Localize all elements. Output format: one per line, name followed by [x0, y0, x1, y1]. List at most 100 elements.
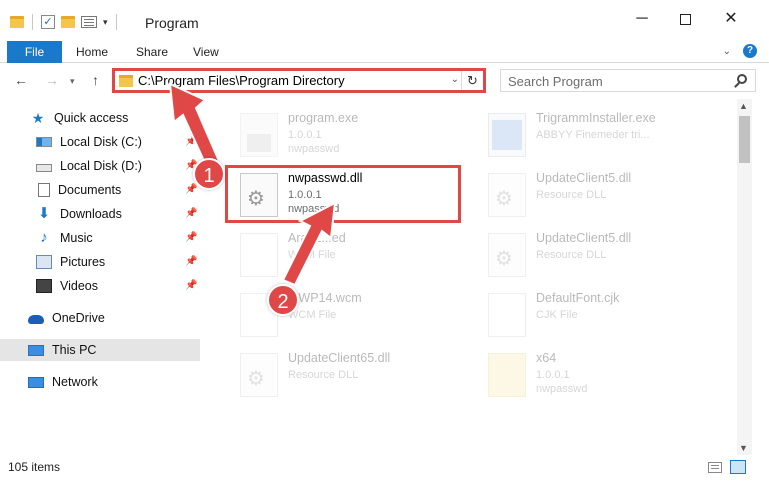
- file-description: nwpasswd: [536, 383, 588, 395]
- item-count: 105 items: [8, 460, 61, 474]
- tab-file[interactable]: File: [7, 41, 62, 63]
- properties-check-icon[interactable]: ✓: [41, 15, 55, 29]
- folder-zip-icon: [488, 353, 526, 397]
- back-arrow-icon[interactable]: ←: [14, 72, 28, 88]
- file-item[interactable]: DefaultFont.cjk CJK File: [468, 285, 713, 345]
- file-name: ...WP14.wcm: [288, 291, 362, 305]
- music-icon: ♪: [40, 229, 48, 246]
- file-name: UpdateClient65.dll: [288, 351, 391, 365]
- sidebar-item-label: Downloads: [60, 207, 122, 221]
- sidebar-item-label: Music: [60, 231, 93, 245]
- close-button[interactable]: ✕: [716, 10, 746, 30]
- pin-icon[interactable]: 📌: [185, 232, 197, 243]
- file-icon: [240, 233, 278, 277]
- status-bar: 105 items: [0, 455, 769, 480]
- divider: [32, 14, 33, 30]
- sidebar-item-label: OneDrive: [52, 311, 105, 325]
- tab-home[interactable]: Home: [76, 41, 108, 63]
- file-description: Resource DLL: [536, 249, 607, 261]
- file-item[interactable]: AradL...ed WEM File: [220, 225, 465, 285]
- vertical-scrollbar[interactable]: ▲ ▼: [737, 99, 752, 455]
- sidebar-item-pictures[interactable]: Pictures 📌: [0, 251, 200, 273]
- file-name: UpdateClient5.dll: [536, 231, 632, 245]
- file-item[interactable]: UpdateClient65.dll Resource DLL: [220, 345, 465, 405]
- pin-icon[interactable]: 📌: [185, 208, 197, 219]
- file-description: CJK File: [536, 309, 578, 321]
- sidebar-item-local-disk-c[interactable]: Local Disk (C:) 📌: [0, 131, 200, 153]
- file-item[interactable]: ...WP14.wcm WCM File: [220, 285, 465, 345]
- star-icon: ★: [31, 110, 45, 126]
- maximize-button[interactable]: [670, 10, 700, 30]
- sidebar-item-onedrive[interactable]: OneDrive: [0, 307, 200, 329]
- file-item[interactable]: UpdateClient5.dll Resource DLL: [468, 225, 713, 285]
- sidebar-item-local-disk-d[interactable]: Local Disk (D:) 📌: [0, 155, 200, 177]
- sidebar-item-documents[interactable]: Documents 📌: [0, 179, 200, 201]
- file-version: 1.0.0.1: [288, 129, 322, 141]
- pin-icon[interactable]: 📌: [185, 280, 197, 291]
- sidebar-item-label: Local Disk (C:): [60, 135, 142, 149]
- search-placeholder: Search Program: [508, 74, 603, 89]
- up-arrow-icon[interactable]: ↑: [92, 72, 99, 88]
- properties-icon[interactable]: [81, 16, 97, 28]
- file-name: AradL...ed: [288, 231, 346, 245]
- sidebar-item-downloads[interactable]: ⬇ Downloads 📌: [0, 203, 200, 225]
- scroll-up-icon[interactable]: ▲: [739, 101, 748, 111]
- documents-icon: [38, 183, 50, 197]
- help-icon[interactable]: ?: [743, 44, 757, 58]
- minimize-button[interactable]: ─: [627, 10, 657, 30]
- new-folder-icon[interactable]: [61, 16, 75, 28]
- file-item[interactable]: x64 1.0.0.1 nwpasswd: [468, 345, 713, 405]
- tab-view[interactable]: View: [193, 41, 219, 63]
- file-name: TrigrammInstaller.exe: [536, 111, 656, 125]
- pin-icon[interactable]: 📌: [185, 184, 197, 195]
- pictures-icon: [36, 255, 52, 269]
- onedrive-icon: [28, 314, 44, 324]
- quick-access-toolbar: ✓ ▾: [10, 14, 119, 30]
- chevron-down-icon[interactable]: ▾: [103, 17, 108, 28]
- file-name: x64: [536, 351, 557, 365]
- recent-locations-icon[interactable]: ▾: [70, 76, 75, 87]
- address-path[interactable]: C:\Program Files\Program Directory: [138, 73, 345, 88]
- expand-ribbon-icon[interactable]: ⌄: [723, 46, 731, 57]
- folder-icon: [10, 16, 24, 28]
- chevron-down-icon[interactable]: ⌄: [451, 74, 459, 85]
- sidebar-item-network[interactable]: Network: [0, 371, 200, 393]
- navigation-bar: ← → ▾ ↑ C:\Program Files\Program Directo…: [0, 64, 769, 99]
- sidebar-item-videos[interactable]: Videos 📌: [0, 275, 200, 297]
- step-1-badge: 1: [193, 158, 225, 190]
- file-description: WEM File: [288, 249, 336, 261]
- file-item[interactable]: program.exe 1.0.0.1 nwpasswd: [220, 105, 465, 165]
- sidebar-item-label: Pictures: [60, 255, 106, 269]
- details-view-icon[interactable]: [708, 462, 722, 473]
- file-item[interactable]: UpdateClient5.dll Resource DLL: [468, 165, 713, 225]
- sidebar-item-label: Local Disk (D:): [60, 159, 142, 173]
- file-item[interactable]: TrigrammInstaller.exe ABBYY Finemeder tr…: [468, 105, 713, 165]
- sidebar-item-this-pc[interactable]: This PC: [0, 339, 200, 361]
- address-bar[interactable]: C:\Program Files\Program Directory ⌄ ↻: [112, 68, 486, 93]
- large-icons-view-icon[interactable]: [730, 460, 746, 474]
- scroll-down-icon[interactable]: ▼: [739, 443, 748, 453]
- refresh-icon[interactable]: ↻: [461, 71, 483, 90]
- sidebar-item-quick-access[interactable]: ★ Quick access: [30, 107, 200, 129]
- file-name: program.exe: [288, 111, 359, 125]
- file-version: 1.0.0.1: [536, 369, 570, 381]
- download-icon: ⬇: [37, 205, 51, 222]
- search-icon[interactable]: [737, 74, 747, 84]
- scrollbar-thumb[interactable]: [739, 116, 750, 163]
- window-title: Program: [145, 15, 199, 31]
- drive-icon: [36, 163, 52, 172]
- sidebar-item-music[interactable]: ♪ Music 📌: [0, 227, 200, 249]
- dll-gear-icon: [488, 173, 526, 217]
- drive-icon: [36, 137, 52, 147]
- sidebar-item-label: This PC: [52, 343, 97, 357]
- tab-share[interactable]: Share: [136, 41, 168, 63]
- search-input[interactable]: Search Program: [500, 69, 756, 92]
- pin-icon[interactable]: 📌: [185, 136, 197, 147]
- file-highlight-box: [225, 165, 461, 223]
- forward-arrow-icon[interactable]: →: [45, 72, 59, 88]
- ribbon-controls: ⌄ ?: [723, 44, 757, 58]
- folder-icon: [119, 75, 133, 87]
- pc-icon: [28, 344, 44, 356]
- pin-icon[interactable]: 📌: [185, 256, 197, 267]
- network-icon: [28, 376, 44, 388]
